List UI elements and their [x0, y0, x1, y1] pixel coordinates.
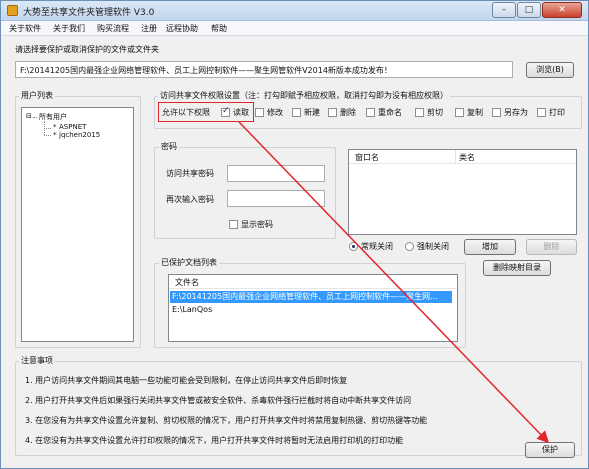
note-item: 2. 用户打开共享文件后如果强行关闭共享文件管或被安全软件、杀毒软件强行拦截时将… — [25, 396, 412, 405]
close-button[interactable]: ✕ — [542, 2, 582, 18]
protected-files-title: 已保护文档列表 — [159, 257, 219, 268]
tree-root-expander[interactable]: ⊟ — [26, 112, 32, 120]
tree-item-prefix: * — [53, 131, 57, 139]
delete-mapped-dir-button[interactable]: 删除映射目录 — [483, 260, 551, 276]
force-close-radio[interactable]: 强制关闭 — [405, 241, 449, 252]
permissions-title: 访问共享文件权限设置（注：打勾即赋予相应权限，取消打勾即为没有相应权限） — [158, 90, 450, 101]
menu-about-us[interactable]: 关于我们 — [53, 23, 85, 34]
password-title: 密码 — [159, 141, 179, 152]
perm-create-label: 新建 — [304, 108, 320, 117]
window-list-header: 窗口名 类名 — [349, 150, 576, 164]
window-list[interactable]: 窗口名 类名 — [348, 149, 577, 235]
menu-purchase[interactable]: 购买流程 — [97, 23, 129, 34]
perm-delete-checkbox[interactable]: 删除 — [328, 107, 356, 118]
perm-copy-label: 复制 — [467, 108, 483, 117]
protected-file-row[interactable]: F:\20141205国内最强企业网络管理软件、员工上网控制软件——聚生网... — [170, 291, 452, 303]
perm-copy-checkbox[interactable]: 复制 — [455, 107, 483, 118]
perm-saveas-checkbox[interactable]: 另存为 — [492, 107, 528, 118]
checkbox-icon — [366, 108, 375, 117]
checkbox-icon — [292, 108, 301, 117]
menu-help[interactable]: 帮助 — [211, 23, 227, 34]
path-field[interactable]: F:\20141205国内最强企业网络管理软件、员工上网控制软件——聚生网管软件… — [15, 61, 513, 78]
tree-item-prefix: * — [53, 123, 57, 131]
tree-item-aspnet[interactable]: ASPNET — [59, 123, 86, 131]
minimize-button[interactable]: – — [492, 2, 516, 18]
checkbox-icon — [229, 220, 238, 229]
menu-about-software[interactable]: 关于软件 — [9, 23, 41, 34]
notes-title: 注意事项 — [19, 355, 55, 366]
perm-cut-checkbox[interactable]: 剪切 — [415, 107, 443, 118]
checkbox-icon — [537, 108, 546, 117]
protected-files-list[interactable]: 文件名 F:\20141205国内最强企业网络管理软件、员工上网控制软件——聚生… — [168, 274, 458, 342]
note-item: 1. 用户访问共享文件期间其电脑一些功能可能会受到限制，在停止访问共享文件后即时… — [25, 376, 348, 385]
checkbox-icon — [415, 108, 424, 117]
menu-bar: 关于软件 关于我们 购买流程 注册 远程协助 帮助 — [1, 21, 588, 36]
col-class-name[interactable]: 类名 — [459, 152, 475, 163]
checkbox-icon — [492, 108, 501, 117]
force-close-label: 强制关闭 — [417, 242, 449, 251]
perm-rename-checkbox[interactable]: 重命名 — [366, 107, 402, 118]
path-label: 请选择要保护或取消保护的文件或文件夹 — [15, 45, 159, 54]
column-separator — [455, 150, 456, 164]
window-controls: – □ ✕ — [492, 2, 582, 18]
perm-print-label: 打印 — [549, 108, 565, 117]
normal-close-label: 常规关闭 — [361, 242, 393, 251]
main-window: 大势至共享文件夹管理软件 V3.0 – □ ✕ 关于软件 关于我们 购买流程 注… — [0, 0, 589, 469]
window-title: 大势至共享文件夹管理软件 V3.0 — [23, 8, 155, 18]
protected-files-header: 文件名 — [169, 275, 457, 289]
app-icon — [7, 5, 18, 16]
user-tree: ⊟ 所有用户 * ASPNET * jqchen2015 — [21, 107, 134, 342]
checkbox-icon — [328, 108, 337, 117]
checkbox-icon — [455, 108, 464, 117]
delete-window-button[interactable]: 删除 — [526, 239, 577, 255]
menu-register[interactable]: 注册 — [141, 23, 157, 34]
protected-file-row[interactable]: E:\LanQos — [170, 304, 452, 316]
radio-checked-icon — [349, 242, 358, 251]
perm-rename-label: 重命名 — [378, 108, 402, 117]
maximize-button[interactable]: □ — [517, 2, 541, 18]
protect-button[interactable]: 保护 — [525, 442, 575, 458]
col-window-name[interactable]: 窗口名 — [355, 152, 379, 163]
access-password-input[interactable] — [227, 165, 325, 182]
menu-remote-assist[interactable]: 远程协助 — [166, 23, 198, 34]
perm-create-checkbox[interactable]: 新建 — [292, 107, 320, 118]
perm-modify-checkbox[interactable]: 修改 — [255, 107, 283, 118]
tree-connector — [33, 117, 37, 118]
tree-item-jqchen2015[interactable]: jqchen2015 — [59, 131, 100, 139]
browse-button[interactable]: 浏览(B) — [526, 62, 574, 78]
perm-modify-label: 修改 — [267, 108, 283, 117]
add-window-button[interactable]: 增加 — [464, 239, 516, 255]
user-list-title: 用户列表 — [19, 90, 55, 101]
access-password-label: 访问共享密码 — [166, 169, 214, 178]
perm-saveas-label: 另存为 — [504, 108, 528, 117]
tree-connector — [44, 135, 51, 136]
tree-connector — [44, 128, 51, 129]
radio-icon — [405, 242, 414, 251]
confirm-password-label: 再次输入密码 — [166, 195, 214, 204]
perm-cut-label: 剪切 — [427, 108, 443, 117]
show-password-label: 显示密码 — [241, 220, 273, 229]
title-bar: 大势至共享文件夹管理软件 V3.0 – □ ✕ — [1, 1, 588, 21]
show-password-checkbox[interactable]: 显示密码 — [229, 219, 273, 230]
perm-print-checkbox[interactable]: 打印 — [537, 107, 565, 118]
note-item: 3. 在您没有为共享文件设置允许复制、剪切权限的情况下，用户打开共享文件时将禁用… — [25, 416, 428, 425]
note-item: 4. 在您没有为共享文件设置允许打印权限的情况下，用户打开共享文件时将暂时无法启… — [25, 436, 404, 445]
col-file-name[interactable]: 文件名 — [175, 277, 199, 288]
normal-close-radio[interactable]: 常规关闭 — [349, 241, 393, 252]
checkbox-icon — [255, 108, 264, 117]
perm-delete-label: 删除 — [340, 108, 356, 117]
confirm-password-input[interactable] — [227, 190, 325, 207]
annotation-highlight-box — [158, 102, 254, 122]
